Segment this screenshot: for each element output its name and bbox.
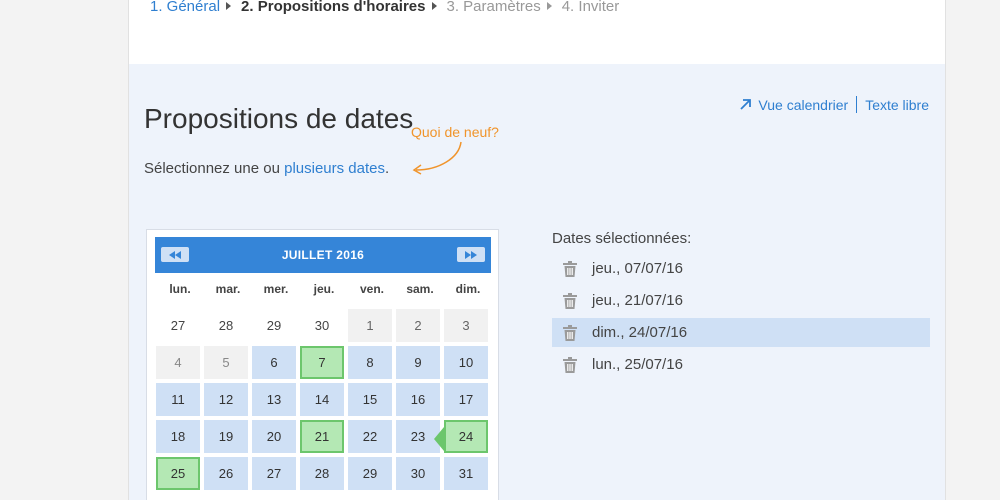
selected-date-label: dim., 24/07/16 (592, 324, 688, 341)
selected-date-label: jeu., 21/07/16 (592, 292, 683, 309)
calendar-day[interactable]: 4 (156, 346, 200, 379)
calendar-week-row: 18 19 20 21 22 23 24 (156, 420, 492, 457)
step-arrow-icon (431, 2, 437, 10)
weekday-header: lun. mar. mer. jeu. ven. sam. dim. (156, 282, 492, 296)
weekday-label: sam. (406, 282, 434, 296)
main-panel: 1. Général 2. Propositions d'horaires 3.… (128, 0, 946, 500)
calendar-day[interactable]: 1 (348, 309, 392, 342)
step-arrow-icon (546, 2, 552, 10)
step-invite: 4. Inviter (561, 0, 620, 15)
calendar-day[interactable]: 14 (300, 383, 344, 416)
step-general[interactable]: 1. Général (150, 0, 220, 15)
calendar-day[interactable]: 7 (300, 346, 344, 379)
step-settings: 3. Paramètres (446, 0, 541, 15)
step-arrow-icon (226, 2, 232, 10)
calendar-day[interactable]: 30 (396, 457, 440, 490)
wizard-steps: 1. Général 2. Propositions d'horaires 3.… (150, 0, 624, 16)
calendar-day[interactable]: 17 (444, 383, 488, 416)
calendar-day[interactable]: 20 (252, 420, 296, 453)
free-text-link[interactable]: Texte libre (865, 97, 929, 113)
calendar-view-label: Vue calendrier (758, 96, 849, 113)
calendar-day: 28 (204, 309, 248, 342)
curved-arrow-icon (412, 141, 462, 175)
calendar-day[interactable]: 25 (156, 457, 200, 490)
wizard-bar: 1. Général 2. Propositions d'horaires 3.… (129, 0, 945, 64)
selected-date-item[interactable]: jeu., 07/07/16 (552, 254, 930, 283)
weekday-label: dim. (455, 282, 481, 296)
selected-date-label: lun., 25/07/16 (592, 356, 683, 373)
calendar-view-link[interactable]: Vue calendrier (739, 97, 848, 113)
hint-prefix: Sélectionnez une ou (144, 160, 285, 177)
calendar-day[interactable]: 11 (156, 383, 200, 416)
calendar-day: 30 (300, 309, 344, 342)
calendar-day[interactable]: 31 (444, 457, 488, 490)
calendar-day[interactable]: 15 (348, 383, 392, 416)
calendar-day[interactable]: 29 (348, 457, 392, 490)
selected-date-item[interactable]: jeu., 21/07/16 (552, 286, 930, 315)
weekday-label: mar. (215, 282, 241, 296)
calendar-day[interactable]: 13 (252, 383, 296, 416)
step-proposals: 2. Propositions d'horaires (241, 0, 426, 15)
calendar-week-row: 4 5 6 7 8 9 10 (156, 346, 492, 383)
calendar-day[interactable]: 24 (434, 420, 488, 453)
calendar-day[interactable]: 12 (204, 383, 248, 416)
multiple-dates-link[interactable]: plusieurs dates (284, 160, 385, 177)
calendar-week-row: 27 28 29 30 1 2 3 (156, 309, 492, 346)
trash-icon[interactable] (563, 292, 577, 309)
calendar-day[interactable]: 21 (300, 420, 344, 453)
selected-dates-list: jeu., 07/07/16 jeu., 21/07/16 dim., 24/07/… (552, 254, 930, 382)
page-title: Propositions de dates (144, 103, 414, 134)
external-arrow-icon (740, 99, 752, 110)
calendar-week-row: 25 26 27 28 29 30 31 (156, 457, 492, 494)
selected-date-item[interactable]: lun., 25/07/16 (552, 350, 930, 379)
selection-hint: Sélectionnez une ou plusieurs dates. (144, 160, 389, 177)
weekday-label: ven. (359, 282, 384, 296)
selected-date-label: jeu., 07/07/16 (592, 260, 683, 277)
calendar: JUILLET 2016 lun. mar. mer. jeu. ven. sa… (146, 229, 499, 500)
calendar-day[interactable]: 5 (204, 346, 248, 379)
calendar-day[interactable]: 10 (444, 346, 488, 379)
view-links: Vue calendrier Texte libre (739, 96, 929, 113)
month-name: JUILLET (281, 248, 333, 262)
weekday-label: lun. (169, 282, 191, 296)
calendar-day[interactable]: 28 (300, 457, 344, 490)
month-label: JUILLET 2016 (155, 248, 491, 262)
calendar-day[interactable]: 2 (396, 309, 440, 342)
trash-icon[interactable] (563, 356, 577, 373)
calendar-day[interactable]: 16 (396, 383, 440, 416)
whats-new-label[interactable]: Quoi de neuf? (411, 124, 499, 140)
calendar-week-row: 11 12 13 14 15 16 17 (156, 383, 492, 420)
calendar-header: JUILLET 2016 (155, 237, 491, 273)
calendar-day[interactable]: 26 (204, 457, 248, 490)
next-month-button[interactable] (457, 247, 485, 262)
trash-icon[interactable] (563, 324, 577, 341)
calendar-day[interactable]: 27 (252, 457, 296, 490)
hint-suffix: . (385, 160, 390, 177)
calendar-grid: 27 28 29 30 1 2 3 4 5 6 7 8 9 10 11 12 13 14 15 16 17 18 19 20 2… (156, 309, 492, 494)
calendar-day[interactable]: 18 (156, 420, 200, 453)
month-year: 2016 (336, 248, 365, 262)
double-chevron-right-icon (465, 250, 477, 259)
calendar-day[interactable]: 8 (348, 346, 392, 379)
link-separator (856, 96, 858, 113)
selected-date-item[interactable]: dim., 24/07/16 (552, 318, 930, 347)
calendar-day[interactable]: 22 (348, 420, 392, 453)
calendar-day: 29 (252, 309, 296, 342)
calendar-day[interactable]: 3 (444, 309, 488, 342)
weekday-label: jeu. (313, 282, 335, 296)
calendar-day[interactable]: 6 (252, 346, 296, 379)
calendar-day: 27 (156, 309, 200, 342)
calendar-day[interactable]: 9 (396, 346, 440, 379)
trash-icon[interactable] (563, 260, 577, 277)
weekday-label: mer. (263, 282, 289, 296)
calendar-day[interactable]: 19 (204, 420, 248, 453)
selected-dates-title: Dates sélectionnées: (552, 230, 692, 247)
